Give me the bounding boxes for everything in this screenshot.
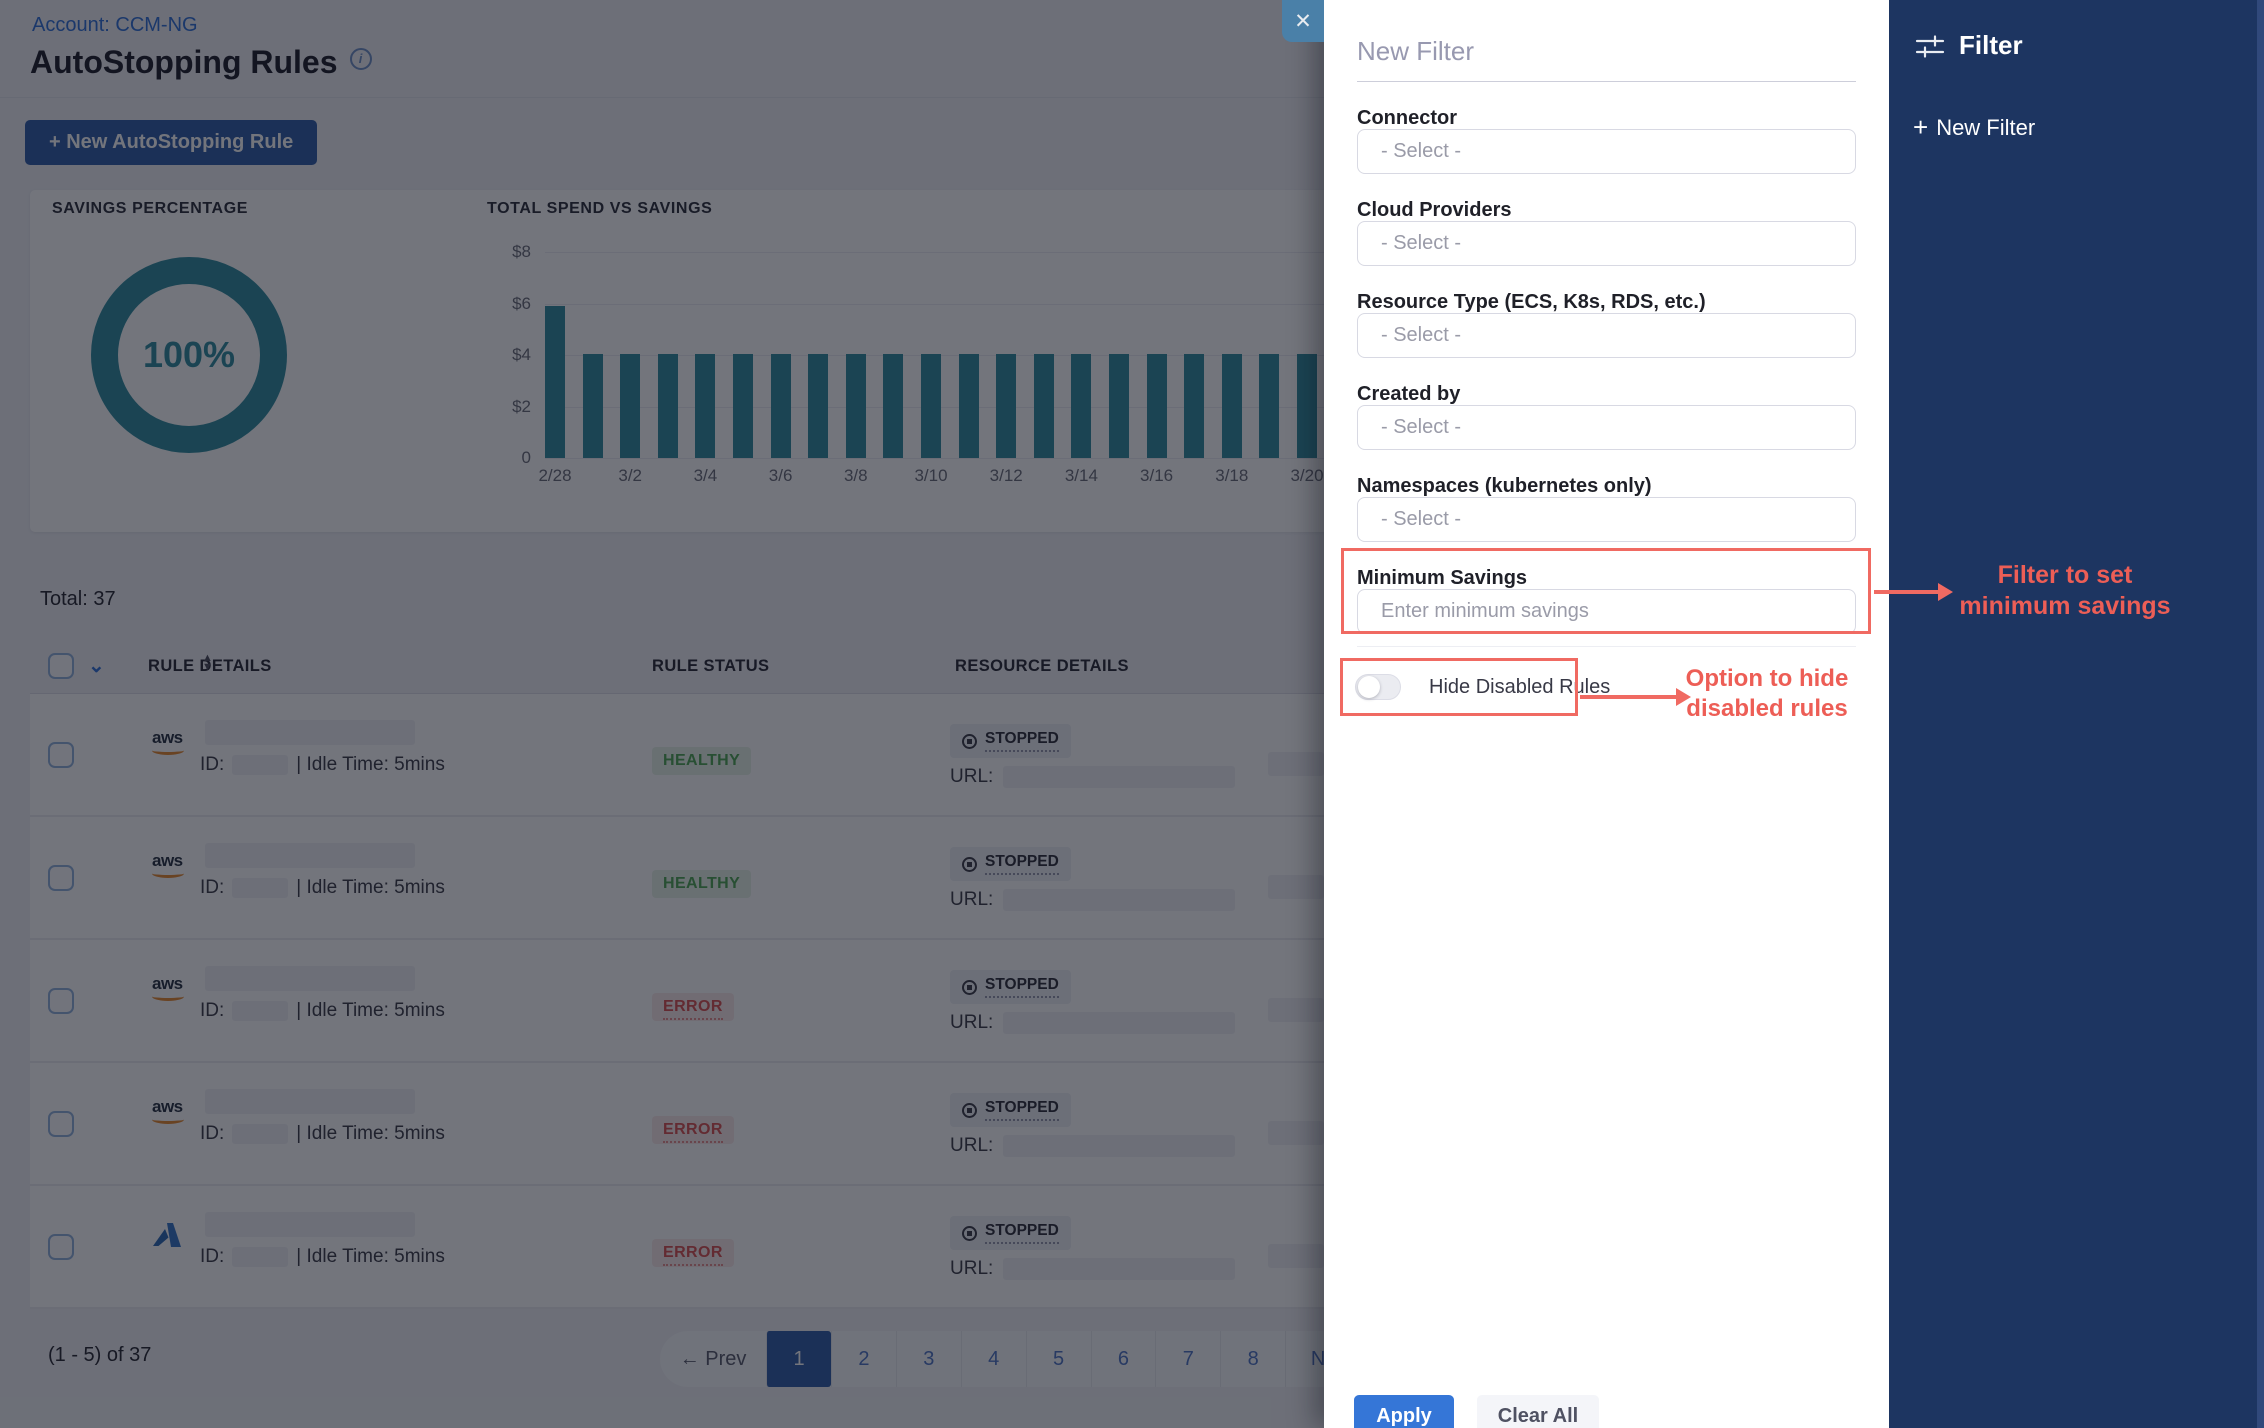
select-placeholder: - Select - <box>1381 140 1461 163</box>
hide-disabled-rules-label: Hide Disabled Rules <box>1429 676 1610 699</box>
panel-scrollbar[interactable] <box>2257 0 2264 1428</box>
filter-select-fields: Connector - Select - Cloud Providers - Sele… <box>1357 107 1856 542</box>
autostopping-rules-page: Account: CCM-NG AutoStopping Rules i + N… <box>0 0 2264 1428</box>
minimum-savings-input[interactable] <box>1357 589 1856 634</box>
minimum-savings-label: Minimum Savings <box>1357 567 1856 589</box>
select-placeholder: - Select - <box>1381 508 1461 531</box>
filter-name-input[interactable] <box>1357 38 1856 82</box>
close-icon[interactable]: ✕ <box>1282 0 1324 42</box>
filter-sliders-icon <box>1915 33 1945 59</box>
filter-field-label: Created by <box>1357 383 1856 405</box>
drawer-footer: Apply Clear All <box>1354 1395 1599 1428</box>
filter-field: Resource Type (ECS, K8s, RDS, etc.) - Sel… <box>1357 291 1856 358</box>
plus-icon: + <box>1913 112 1928 143</box>
drawer-divider <box>1357 646 1856 647</box>
filter-side-panel: Filter + New Filter <box>1889 0 2264 1428</box>
minimum-savings-field: Minimum Savings <box>1357 567 1856 634</box>
select-placeholder: - Select - <box>1381 232 1461 255</box>
filter-field-label: Resource Type (ECS, K8s, RDS, etc.) <box>1357 291 1856 313</box>
filter-field: Cloud Providers - Select - <box>1357 199 1856 266</box>
clear-all-button[interactable]: Clear All <box>1477 1395 1599 1428</box>
filter-field: Created by - Select - <box>1357 383 1856 450</box>
hide-disabled-rules-row: Hide Disabled Rules <box>1357 659 1856 715</box>
filter-field-label: Cloud Providers <box>1357 199 1856 221</box>
filter-field: Namespaces (kubernetes only) - Select - <box>1357 475 1856 542</box>
select-dropdown[interactable]: - Select - <box>1357 129 1856 174</box>
select-dropdown[interactable]: - Select - <box>1357 405 1856 450</box>
select-placeholder: - Select - <box>1381 324 1461 347</box>
filter-drawer-content: Connector - Select - Cloud Providers - Sele… <box>1324 38 1889 1428</box>
select-dropdown[interactable]: - Select - <box>1357 497 1856 542</box>
select-placeholder: - Select - <box>1381 416 1461 439</box>
select-dropdown[interactable]: - Select - <box>1357 221 1856 266</box>
new-filter-button-label: New Filter <box>1936 115 2035 141</box>
filter-field-label: Connector <box>1357 107 1856 129</box>
hide-disabled-rules-toggle[interactable] <box>1355 674 1401 700</box>
filter-field-label: Namespaces (kubernetes only) <box>1357 475 1856 497</box>
filter-field: Connector - Select - <box>1357 107 1856 174</box>
filter-panel-title: Filter <box>1959 30 2023 61</box>
new-filter-button[interactable]: + New Filter <box>1913 112 2035 143</box>
filter-panel-header: Filter <box>1915 30 2023 61</box>
filter-drawer: ✕ Connector- Select -Cloud Providers- Se… <box>1324 0 1889 1428</box>
select-dropdown[interactable]: - Select - <box>1357 313 1856 358</box>
toggle-knob <box>1358 676 1380 698</box>
apply-button[interactable]: Apply <box>1354 1395 1454 1428</box>
